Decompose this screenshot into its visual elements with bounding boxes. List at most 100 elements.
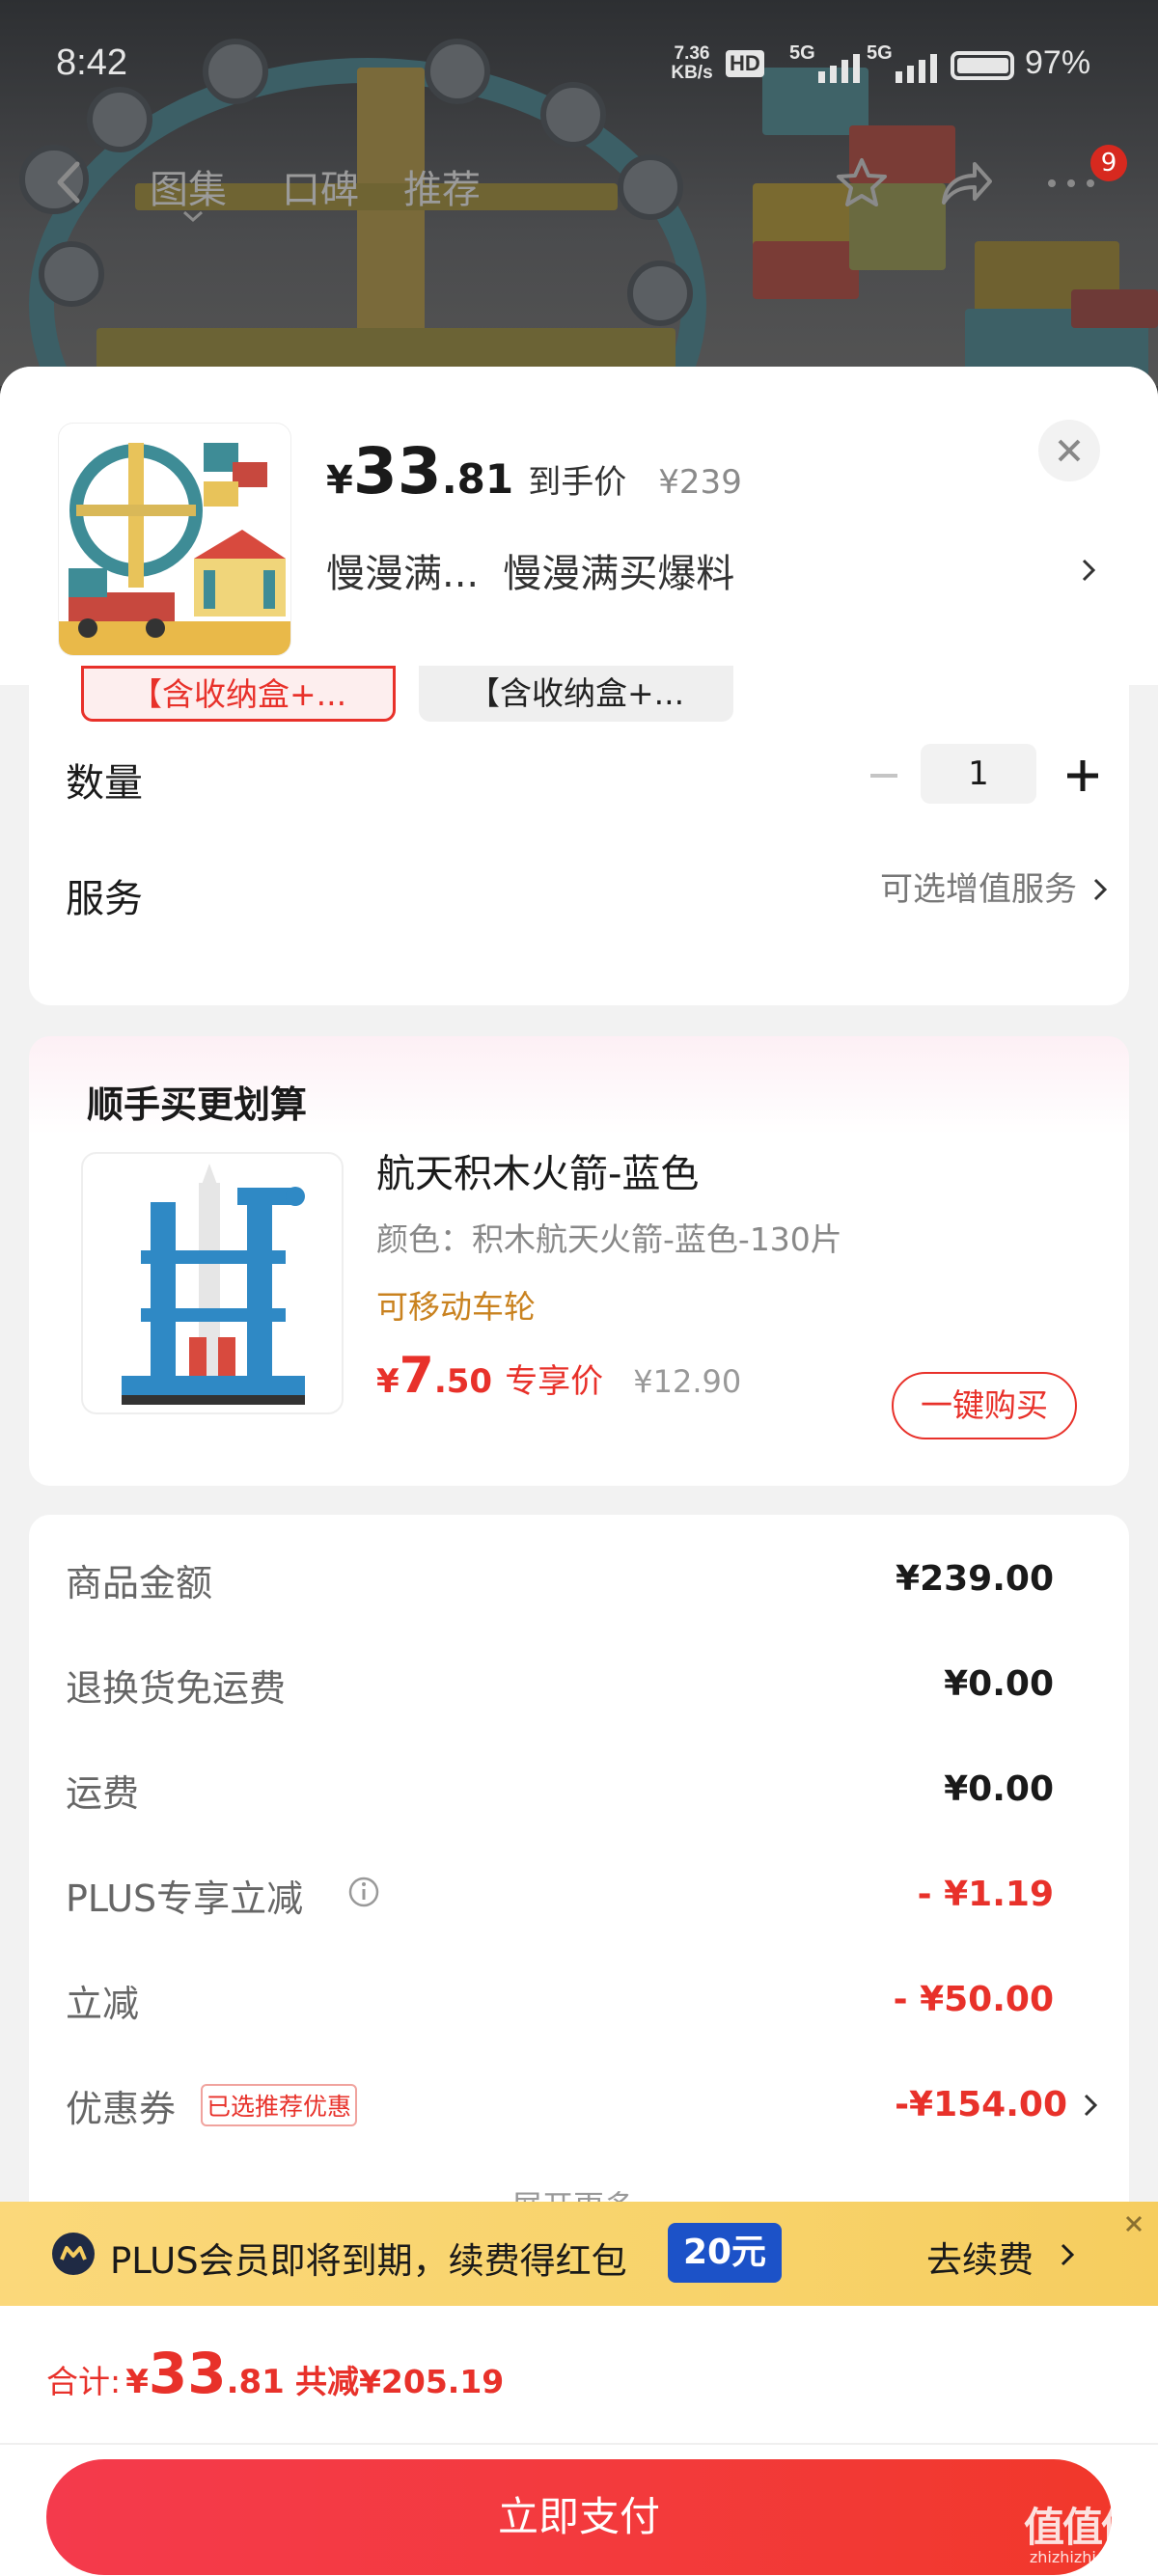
addon-item-title: 航天积木火箭-蓝色 — [376, 1152, 700, 1196]
product-price: ¥33.81 到手价 ¥239 — [326, 434, 742, 511]
quantity-label: 数量 — [66, 761, 143, 806]
chevron-right-icon — [1079, 556, 1098, 585]
plus-renew-banner[interactable]: PLUS会员即将到期，续费得红包 20元 去续费 — [0, 2202, 1158, 2306]
checkout-bar: 合计: ¥33.81 共减¥205.19 立即支付 — [0, 2306, 1158, 2576]
addon-item-spec: 颜色：积木航天火箭-蓝色-130片 — [376, 1220, 842, 1258]
addon-price-integer: 7 — [399, 1347, 434, 1405]
watermark: 值值值 zhizhizhi.com — [1009, 2507, 1154, 2576]
addon-section-title: 顺手买更划算 — [87, 1083, 308, 1126]
total-saved: 共减¥205.19 — [294, 2363, 505, 2400]
quantity-decrease-button[interactable] — [865, 756, 903, 795]
service-selector[interactable]: 可选增值服务 — [704, 863, 1110, 917]
battery-percent: 97% — [1025, 44, 1091, 81]
tab-recommend[interactable]: 推荐 — [403, 158, 481, 214]
price-integer: 33 — [352, 434, 442, 508]
pay-now-label: 立即支付 — [497, 2493, 660, 2540]
coupon-selector[interactable]: -¥154.00 — [811, 2078, 1100, 2132]
price-currency: ¥ — [326, 458, 353, 503]
pay-now-button[interactable]: 立即支付 — [46, 2459, 1112, 2575]
variant-chip[interactable]: 【含收纳盒+... — [419, 666, 733, 722]
battery-icon — [951, 51, 1014, 80]
cost-label-return-shipping: 退换货免运费 — [66, 1667, 287, 1710]
addon-price-decimal: .50 — [433, 1362, 493, 1401]
signal-icon — [789, 54, 867, 83]
promo-short: 慢漫满... — [326, 552, 480, 596]
purchase-sheet: ¥33.81 到手价 ¥239 慢漫满... 慢漫满买爆料 【含收纳盒+... … — [0, 367, 1158, 2576]
chevron-right-icon — [1081, 2091, 1100, 2120]
status-bar: 8:42 7.36 KB/s HD 5G 5G 97% — [0, 0, 1158, 83]
addon-price-currency: ¥ — [376, 1362, 400, 1401]
addon-price-tag: 专享价 — [505, 1362, 604, 1401]
back-icon[interactable] — [50, 158, 89, 206]
addon-price: ¥7.50 专享价 ¥12.90 — [376, 1347, 741, 1405]
cost-label-shipping: 运费 — [66, 1772, 140, 1815]
total-summary: 合计: ¥33.81 共减¥205.19 — [46, 2341, 504, 2406]
product-thumbnail[interactable] — [58, 423, 291, 656]
plus-icon — [1067, 760, 1098, 791]
more-icon[interactable] — [1044, 174, 1098, 193]
minus-icon — [870, 774, 897, 778]
one-click-buy-button[interactable]: 一键购买 — [892, 1372, 1077, 1439]
quantity-value: 1 — [968, 754, 989, 793]
price-tag: 到手价 — [528, 463, 627, 502]
total-decimal: .81 — [226, 2363, 285, 2401]
banner-close-icon[interactable] — [1119, 2209, 1148, 2238]
chevron-down-icon — [181, 208, 205, 223]
close-button[interactable] — [1038, 420, 1100, 481]
cost-value-shipping: ¥0.00 — [944, 1769, 1054, 1809]
promo-text: 慢漫满买爆料 — [503, 552, 735, 596]
chevron-right-icon — [1090, 875, 1110, 904]
total-label: 合计: — [46, 2363, 122, 2400]
net-speed: 7.36 KB/s — [668, 44, 716, 83]
message-badge: 9 — [1090, 145, 1127, 181]
signal-icon-2 — [867, 54, 944, 83]
share-icon[interactable] — [936, 156, 994, 210]
chevron-right-icon — [1058, 2240, 1077, 2269]
plus-renew-amount: 20元 — [668, 2223, 782, 2283]
total-currency: ¥ — [125, 2363, 149, 2401]
coupon-badge: 已选推荐优惠 — [201, 2084, 358, 2126]
original-price: ¥239 — [658, 463, 742, 502]
cost-label-coupon: 优惠券 — [66, 2088, 177, 2130]
cost-label-goods: 商品金额 — [66, 1562, 213, 1604]
plus-renew-text: PLUS会员即将到期，续费得红包 — [110, 2240, 627, 2282]
tab-gallery[interactable]: 图集 — [150, 158, 227, 214]
favorite-star-icon[interactable] — [833, 154, 891, 212]
price-decimal: .81 — [441, 455, 514, 503]
plus-renew-action[interactable]: 去续费 — [926, 2231, 1081, 2281]
status-time: 8:42 — [56, 42, 127, 83]
plus-renew-action-label: 去续费 — [926, 2239, 1034, 2281]
cost-value-goods: ¥239.00 — [896, 1559, 1054, 1599]
cost-value-plus-discount: - ¥1.19 — [917, 1875, 1054, 1914]
watermark-logo: 值值值 — [1023, 2504, 1142, 2551]
variant-label-2: 【含收纳盒+... — [467, 674, 685, 712]
watermark-site: zhizhizhi.com — [1029, 2548, 1135, 2566]
info-icon[interactable] — [347, 1876, 380, 1908]
net-speed-value: 7.36 — [674, 43, 710, 64]
net-speed-unit: KB/s — [671, 63, 713, 83]
cost-value-instant-discount: - ¥50.00 — [893, 1980, 1054, 2019]
cost-label-instant-discount: 立减 — [66, 1983, 140, 2025]
service-value: 可选增值服务 — [880, 870, 1077, 909]
total-integer: 33 — [148, 2341, 227, 2406]
variant-label-1: 【含收纳盒+... — [129, 675, 347, 713]
cost-value-return-shipping: ¥0.00 — [944, 1664, 1054, 1704]
options-card: 【含收纳盒+... 【含收纳盒+... 数量 1 服务 可选增值服务 — [29, 656, 1129, 1005]
service-label: 服务 — [66, 877, 143, 921]
hd-badge: HD — [726, 50, 764, 77]
quantity-increase-button[interactable] — [1062, 754, 1104, 797]
addon-original-price: ¥12.90 — [633, 1363, 742, 1400]
close-icon — [1058, 439, 1081, 462]
top-nav: 图集 口碑 推荐 9 — [0, 145, 1158, 223]
variant-chip-selected[interactable]: 【含收纳盒+... — [81, 666, 396, 722]
divider — [0, 2443, 1158, 2445]
cost-label-plus-discount: PLUS专享立减 — [66, 1877, 304, 1920]
plus-logo-icon — [52, 2233, 95, 2275]
cost-value-coupon: -¥154.00 — [895, 2085, 1067, 2124]
tab-reviews[interactable]: 口碑 — [282, 158, 359, 214]
addon-thumbnail[interactable] — [81, 1152, 344, 1414]
addon-item-tag: 可移动车轮 — [376, 1288, 536, 1326]
quantity-input[interactable]: 1 — [921, 744, 1036, 804]
one-click-buy-label: 一键购买 — [921, 1386, 1048, 1424]
promo-row[interactable]: 慢漫满... 慢漫满买爆料 — [326, 542, 1098, 596]
